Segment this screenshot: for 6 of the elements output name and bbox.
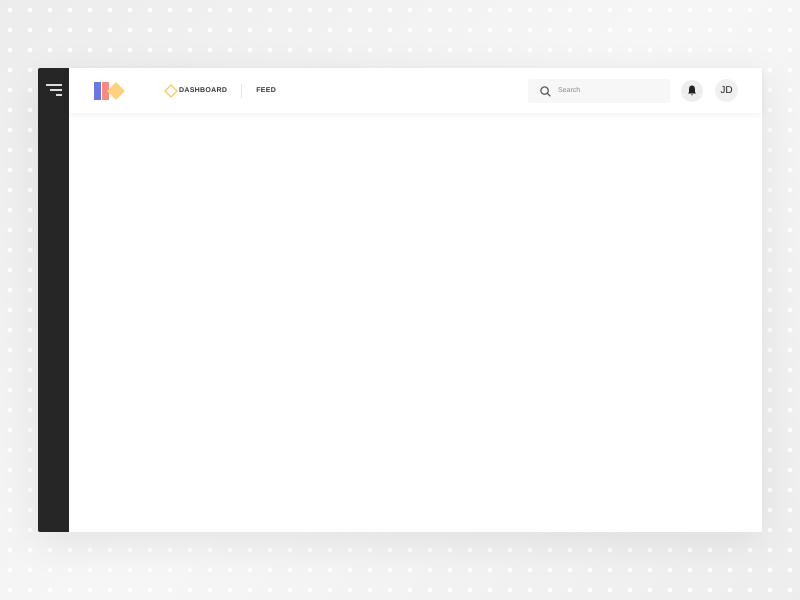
menu-icon[interactable] bbox=[46, 84, 62, 96]
diamond-icon bbox=[164, 84, 178, 98]
user-avatar[interactable]: JD bbox=[715, 79, 738, 102]
notification-button[interactable] bbox=[681, 80, 703, 102]
bell-icon bbox=[687, 85, 697, 96]
logo-icon bbox=[94, 82, 126, 100]
